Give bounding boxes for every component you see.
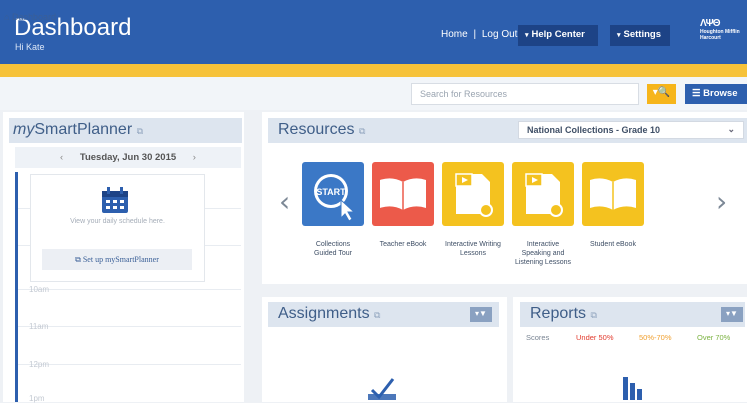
external-link-icon[interactable]: ⧉ — [590, 310, 596, 320]
bar-chart-icon — [623, 377, 642, 400]
collection-select[interactable]: National Collections - Grade 10 ⌄ — [518, 121, 744, 139]
nav-links: Home | Log Out — [441, 29, 517, 40]
date-navigator: ‹ Tuesday, Jun 30 2015 › — [15, 147, 241, 168]
reports-filter-button[interactable]: ▾▼ — [721, 307, 743, 322]
svg-text:START: START — [316, 187, 346, 197]
time-label: 12pm — [29, 360, 50, 369]
planner-title: mySmartPlanner ⧉ — [9, 118, 242, 143]
greeting: Hi Kate — [15, 42, 45, 52]
assignment-check-icon — [368, 378, 396, 400]
help-center-button[interactable]: ▾ Help Center — [518, 25, 598, 46]
time-slot — [18, 364, 241, 365]
time-label: 11am — [29, 322, 49, 331]
resource-tile-speaking-lessons[interactable] — [512, 162, 574, 226]
search-icon: ▾🔍 — [652, 87, 671, 98]
breadcrumb[interactable]: ⌂ Dashboard — [4, 12, 56, 22]
hmh-logo[interactable]: ΛΨΘ Houghton Mifflin Harcourt — [700, 18, 742, 41]
resource-label[interactable]: Interactive Writing Lessons — [434, 240, 512, 258]
reports-title: Reports ⧉ — [520, 302, 745, 327]
legend-mid: 50%-70% — [639, 333, 672, 342]
setup-planner-button[interactable]: ⧉ Set up mySmartPlanner — [42, 249, 192, 270]
time-label: 1pm — [29, 394, 45, 403]
caret-down-icon: ▾ — [525, 32, 529, 39]
resource-tile-guided-tour[interactable]: START — [302, 162, 364, 226]
book-icon — [380, 178, 426, 210]
search-input[interactable]: Search for Resources — [411, 83, 639, 105]
start-icon: START — [314, 174, 356, 222]
resource-label[interactable]: Student eBook — [574, 240, 652, 249]
assignments-title: Assignments ⧉ — [268, 302, 499, 327]
prev-day-button[interactable]: ‹ — [60, 152, 63, 163]
filter-icon: ▾▼ — [475, 309, 487, 318]
video-document-icon — [525, 173, 563, 217]
nav-separator: | — [473, 29, 477, 40]
legend-over: Over 70% — [697, 333, 731, 342]
caret-down-icon: ▾ — [617, 32, 621, 39]
carousel-prev-button[interactable]: ‹ — [279, 185, 290, 218]
resource-tile-writing-lessons[interactable] — [442, 162, 504, 226]
logout-link[interactable]: Log Out — [482, 29, 518, 40]
assignments-filter-button[interactable]: ▾▼ — [470, 307, 492, 322]
external-link-icon: ⧉ — [75, 255, 81, 264]
next-day-button[interactable]: › — [193, 152, 196, 163]
home-link[interactable]: Home — [441, 29, 468, 40]
resource-label[interactable]: Interactive Speaking and Listening Lessons — [504, 240, 582, 267]
browse-button[interactable]: ☰ Browse — [685, 84, 747, 104]
timeline-bar — [15, 172, 18, 402]
calendar-icon — [102, 187, 128, 213]
legend-under: Under 50% — [576, 333, 614, 342]
external-link-icon[interactable]: ⧉ — [359, 126, 365, 136]
menu-icon: ☰ — [692, 88, 701, 99]
top-header: Dashboard Hi Kate Home | Log Out ▾ Help C… — [0, 0, 747, 64]
book-icon — [590, 178, 636, 210]
time-label: 10am — [29, 285, 50, 294]
time-slot — [18, 289, 241, 290]
resource-label[interactable]: Collections Guided Tour — [294, 240, 372, 258]
scores-legend: Scores Under 50% 50%-70% Over 70% — [526, 333, 731, 342]
carousel-next-button[interactable]: › — [716, 185, 727, 218]
resource-label[interactable]: Teacher eBook — [364, 240, 442, 249]
home-icon: ⌂ — [4, 12, 10, 22]
planner-message: View your daily schedule here. — [70, 218, 165, 225]
filter-icon: ▾▼ — [726, 309, 738, 318]
external-link-icon[interactable]: ⧉ — [137, 126, 143, 136]
resource-tile-teacher-ebook[interactable] — [372, 162, 434, 226]
video-document-icon — [455, 173, 493, 217]
external-link-icon[interactable]: ⧉ — [374, 310, 380, 320]
accent-bar — [0, 64, 747, 77]
resource-tile-student-ebook[interactable] — [582, 162, 644, 226]
search-button[interactable]: ▾🔍 — [647, 84, 676, 104]
time-slot — [18, 326, 241, 327]
current-date: Tuesday, Jun 30 2015 — [79, 152, 177, 163]
settings-button[interactable]: ▾ Settings — [610, 25, 670, 46]
chevron-down-icon: ⌄ — [727, 124, 735, 134]
